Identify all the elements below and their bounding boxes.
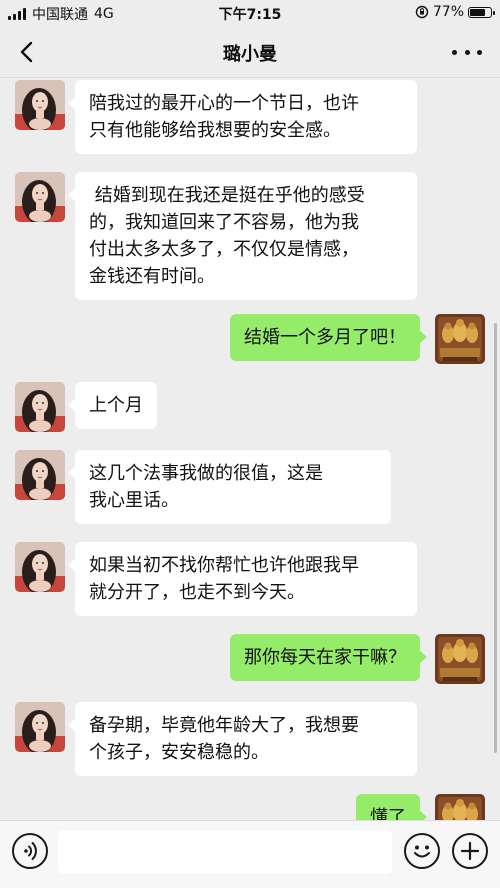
- message-text-line: 如果当初不找你帮忙也许他跟我早: [89, 555, 359, 576]
- message-text-line: 金钱还有时间。: [89, 266, 215, 287]
- message-text-line: 懂了: [370, 807, 406, 820]
- rotation-lock-icon: [415, 5, 429, 19]
- nav-bar: 璐小曼: [0, 26, 500, 78]
- voice-button[interactable]: [12, 833, 48, 869]
- message-text-line: 结婚一个多月了吧！: [244, 327, 406, 348]
- message-text-line: 那你每天在家干嘛？: [244, 647, 406, 668]
- battery-icon: [468, 6, 495, 18]
- contact-avatar[interactable]: [15, 450, 65, 500]
- message-text-line: 备孕期，毕竟他年龄大了，我想要: [89, 715, 359, 736]
- chat-title: 璐小曼: [223, 44, 277, 65]
- received-message-bubble[interactable]: 结婚到现在我还是挺在乎他的感受 的，我知道回来了不容易，他为我 付出太多太多了，不仅…: [68, 172, 417, 300]
- message-input[interactable]: [58, 830, 392, 874]
- message-list[interactable]: 陪我过的最开心的一个节日，也许 只有他能够给我想要的安全感。 结婚到现在我还是挺在…: [0, 78, 500, 820]
- sent-message-bubble[interactable]: 结婚一个多月了吧！: [230, 314, 427, 361]
- message-text-line: 的，我知道回来了不容易，他为我: [89, 212, 359, 233]
- received-message-bubble[interactable]: 如果当初不找你帮忙也许他跟我早 就分开了，也走不到今天。: [68, 542, 417, 616]
- message-text-line: 结婚到现在我还是挺在乎他的感受: [89, 185, 365, 206]
- sent-message-bubble[interactable]: 那你每天在家干嘛？: [230, 634, 427, 681]
- more-dot-icon: [452, 49, 457, 55]
- back-button[interactable]: [14, 38, 42, 66]
- my-avatar[interactable]: [435, 794, 485, 820]
- more-options-button[interactable]: [452, 40, 482, 64]
- more-dot-icon: [464, 49, 470, 55]
- emoji-icon: [414, 845, 430, 858]
- message-text-line: 就分开了，也走不到今天。: [89, 582, 305, 603]
- scrollbar[interactable]: [494, 323, 497, 753]
- message-text-line: 这几个法事我做的很值，这是: [89, 463, 323, 484]
- message-text-line: 陪我过的最开心的一个节日，也许: [89, 93, 359, 114]
- contact-avatar[interactable]: [15, 542, 65, 592]
- received-message-bubble[interactable]: 这几个法事我做的很值，这是 我心里话。: [68, 450, 391, 524]
- status-bar: 中国联通 4G 下午7:15 77%: [0, 0, 500, 26]
- emoji-button[interactable]: [404, 833, 440, 869]
- message-text-line: 我心里话。: [89, 490, 179, 511]
- sent-message-bubble[interactable]: 懂了: [356, 794, 427, 820]
- contact-avatar[interactable]: [15, 80, 65, 130]
- more-functions-button[interactable]: [452, 833, 488, 869]
- contact-avatar[interactable]: [15, 382, 65, 432]
- received-message-bubble[interactable]: 上个月: [68, 382, 157, 429]
- message-text-line: 只有他能够给我想要的安全感。: [89, 120, 341, 141]
- message-text-line: 个孩子，安安稳稳的。: [89, 742, 269, 763]
- message-text-line: 付出太多太多了，不仅仅是情感，: [89, 239, 359, 260]
- my-avatar[interactable]: [435, 314, 485, 364]
- my-avatar[interactable]: [435, 634, 485, 684]
- more-dot-icon: [477, 49, 482, 55]
- received-message-bubble[interactable]: 陪我过的最开心的一个节日，也许 只有他能够给我想要的安全感。: [68, 80, 417, 154]
- plus-icon: [460, 841, 480, 861]
- input-bar: [0, 820, 500, 888]
- message-text-line: 上个月: [89, 395, 143, 416]
- voice-icon: [24, 842, 37, 860]
- received-message-bubble[interactable]: 备孕期，毕竟他年龄大了，我想要 个孩子，安安稳稳的。: [68, 702, 417, 776]
- contact-avatar[interactable]: [15, 702, 65, 752]
- contact-avatar[interactable]: [15, 172, 65, 222]
- battery-percent: 77%: [432, 4, 464, 20]
- back-arrow-icon: [20, 41, 33, 63]
